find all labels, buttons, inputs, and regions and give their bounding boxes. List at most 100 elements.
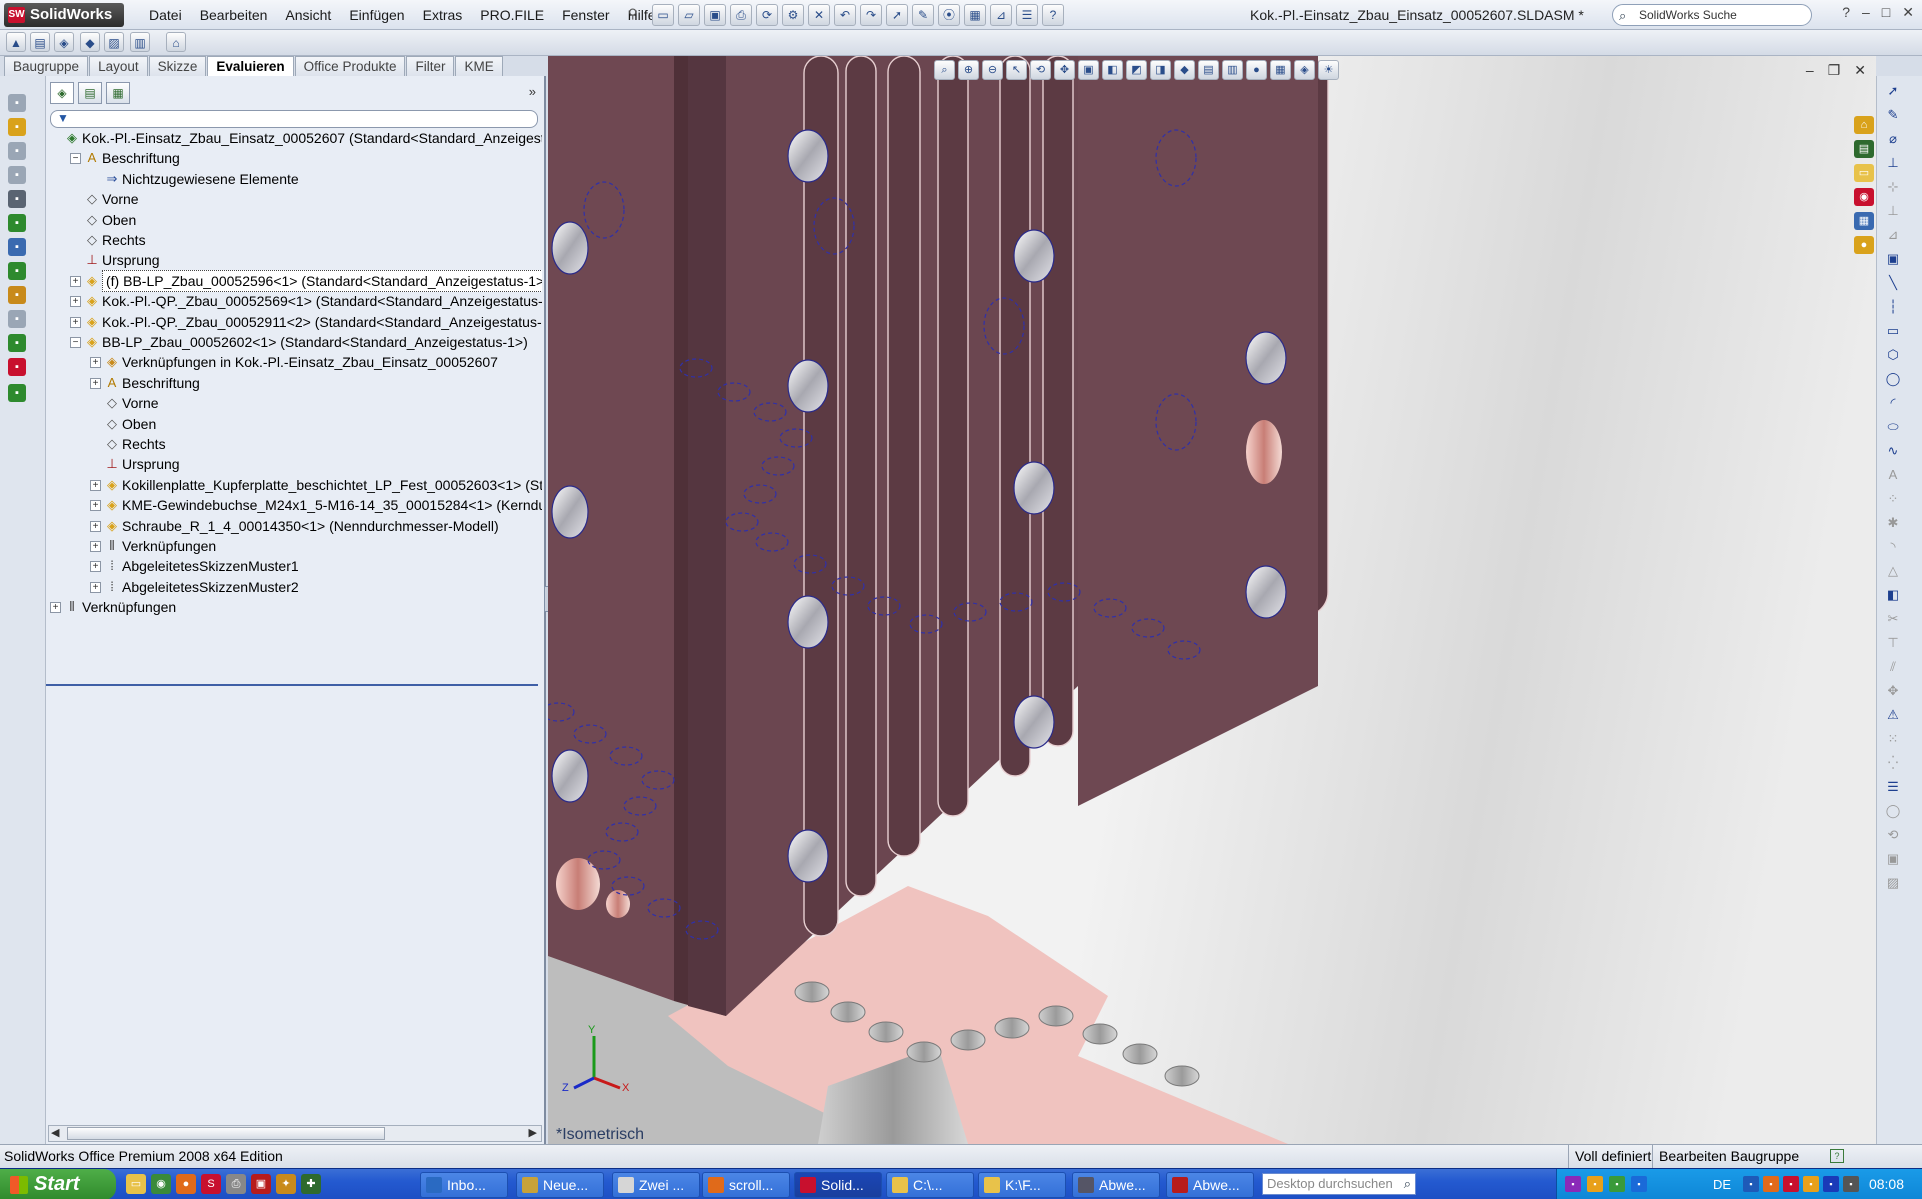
point-tool-icon[interactable]: ⁘ (1883, 490, 1903, 508)
desktop-quick-icon[interactable]: ◉ (151, 1174, 171, 1194)
new-document-icon[interactable]: ▭ (652, 4, 674, 26)
view-tool-icon[interactable]: ▥ (130, 32, 150, 52)
menu-item-1[interactable]: Bearbeiten (191, 0, 277, 30)
expand-icon[interactable]: + (70, 275, 81, 287)
expand-icon[interactable]: + (70, 316, 81, 328)
solidworks-resources-icon[interactable]: ⌂ (1854, 116, 1874, 134)
viewport-minimize-button[interactable]: – (1806, 62, 1814, 79)
relations-icon[interactable]: ⊥ (1883, 154, 1903, 172)
centerline-tool-icon[interactable]: ┆ (1883, 298, 1903, 316)
trim-tool-icon[interactable]: ✂ (1883, 610, 1903, 628)
standard-views-icon[interactable]: ▣ (1078, 60, 1099, 80)
search-results-icon[interactable]: ◉ (1854, 188, 1874, 206)
line-format-icon[interactable]: ☰ (1883, 778, 1903, 796)
close-button[interactable]: ✕ (1902, 4, 1914, 21)
previous-view-icon[interactable]: ↖ (1006, 60, 1027, 80)
expand-icon[interactable]: + (90, 561, 101, 573)
help-status-icon[interactable]: ? (1830, 1149, 1844, 1163)
reference-icon[interactable]: ⊥ (1883, 202, 1903, 220)
taskbar-button[interactable]: K:\F... (978, 1172, 1066, 1198)
view-orientation-icon[interactable]: ◈ (1294, 60, 1315, 80)
scroll-right-icon[interactable]: ▶ (529, 1126, 537, 1139)
taskbar-button[interactable]: Solid... (794, 1172, 882, 1198)
toolbar-icon-5[interactable]: ▪ (8, 190, 26, 208)
menu-item-3[interactable]: Einfügen (340, 0, 413, 30)
hatch-icon[interactable]: ▨ (104, 32, 124, 52)
menu-item-2[interactable]: Ansicht (276, 0, 340, 30)
tray-icon-1[interactable]: ▪ (1565, 1176, 1581, 1192)
property-manager-tab-icon[interactable]: ▤ (78, 82, 102, 104)
3d-sketch-icon[interactable]: ▣ (1883, 250, 1903, 268)
menu-item-4[interactable]: Extras (414, 0, 472, 30)
offset-tool-icon[interactable]: △ (1883, 562, 1903, 580)
zoom-area-icon[interactable]: ⊕ (958, 60, 979, 80)
warning-tool-icon[interactable]: ⚠ (1883, 706, 1903, 724)
command-tab-3[interactable]: Evaluieren (207, 56, 294, 76)
expand-panel-icon[interactable]: » (529, 84, 536, 99)
toolbar-icon-4[interactable]: ▪ (8, 166, 26, 184)
command-tab-4[interactable]: Office Produkte (294, 56, 406, 76)
toolbar-icon-9[interactable]: ▪ (8, 286, 26, 304)
tool-quick-icon[interactable]: ▣ (251, 1174, 271, 1194)
solidworks-logo[interactable]: SW SolidWorks (4, 3, 124, 27)
rotate-icon[interactable]: ⟲ (1030, 60, 1051, 80)
select-tool-icon[interactable]: ➚ (1883, 82, 1903, 100)
tray-icon-9[interactable]: ▪ (1823, 1176, 1839, 1192)
rebuild-icon[interactable]: ⟳ (756, 4, 778, 26)
ellipse-tool-icon[interactable]: ⬭ (1883, 418, 1903, 436)
mate-icon[interactable]: ◈ (54, 32, 74, 52)
command-tab-5[interactable]: Filter (406, 56, 455, 76)
lock-icon[interactable]: ⌂ (166, 32, 186, 52)
move-tool-icon[interactable]: ✥ (1883, 682, 1903, 700)
expand-icon[interactable]: + (90, 520, 101, 532)
toolbar-icon-13[interactable]: ▪ (8, 384, 26, 402)
taskbar-button[interactable]: Zwei ... (612, 1172, 700, 1198)
plane-tool-icon[interactable]: ⊿ (1883, 226, 1903, 244)
mirror-tool-icon[interactable]: ⫽ (1883, 658, 1903, 676)
rollback-bar[interactable] (46, 684, 538, 686)
toolbar-icon-10[interactable]: ▪ (8, 310, 26, 328)
taskbar-button[interactable]: Abwe... (1072, 1172, 1160, 1198)
chamfer-tool-icon[interactable]: ◝ (1883, 538, 1903, 556)
feature-manager-tab-icon[interactable]: ◈ (50, 82, 74, 104)
tray-icon-10[interactable]: ▪ (1843, 1176, 1859, 1192)
convert-tool-icon[interactable]: ◧ (1883, 586, 1903, 604)
traffic-light-icon[interactable]: ⦿ (938, 4, 960, 26)
expand-icon[interactable]: + (90, 500, 101, 512)
scroll-left-icon[interactable]: ◀ (51, 1126, 59, 1139)
menu-item-0[interactable]: Datei (140, 0, 191, 30)
select-icon[interactable]: ➚ (886, 4, 908, 26)
expand-icon[interactable]: + (90, 541, 101, 552)
restore-button[interactable]: □ (1882, 4, 1890, 21)
toolbar-icon-12[interactable]: ▪ (8, 358, 26, 376)
appearance-icon[interactable]: ◆ (80, 32, 100, 52)
language-indicator[interactable]: DE (1713, 1169, 1731, 1199)
horizontal-scrollbar[interactable]: ◀ ▶ (48, 1125, 542, 1142)
sketch-tool-icon[interactable]: ✎ (1883, 106, 1903, 124)
toolbar-icon-3[interactable]: ▪ (8, 142, 26, 160)
toolbar-icon-6[interactable]: ▪ (8, 214, 26, 232)
open-icon[interactable]: ▱ (678, 4, 700, 26)
collapse-icon[interactable]: − (70, 153, 81, 165)
file-explorer-icon[interactable]: ▭ (1854, 164, 1874, 182)
rotate-tool-icon[interactable]: ⟲ (1883, 826, 1903, 844)
configuration-manager-tab-icon[interactable]: ▦ (106, 82, 130, 104)
help-button[interactable]: ? (1842, 4, 1850, 21)
expand-icon[interactable]: + (70, 296, 81, 308)
toolbar-icon-7[interactable]: ▪ (8, 238, 26, 256)
view-settings-icon[interactable]: ▤ (1198, 60, 1219, 80)
zoom-to-fit-icon[interactable]: ⌕ (934, 60, 955, 80)
ellipse-alt-icon[interactable]: ◯ (1883, 802, 1903, 820)
tray-icon-2[interactable]: ▪ (1587, 1176, 1603, 1192)
toolbar-icon-8[interactable]: ▪ (8, 262, 26, 280)
help-icon[interactable]: ? (1042, 4, 1064, 26)
expand-icon[interactable]: + (90, 357, 101, 369)
pin-icon[interactable]: ⚲ (628, 6, 644, 22)
viewport-close-button[interactable]: ✕ (1854, 62, 1866, 79)
rectangle-tool-icon[interactable]: ▭ (1883, 322, 1903, 340)
hidden-lines-icon[interactable]: ▥ (1222, 60, 1243, 80)
pattern-tool-icon[interactable]: ⁙ (1883, 730, 1903, 748)
tray-icon-8[interactable]: ▪ (1803, 1176, 1819, 1192)
toolbar-icon-1[interactable]: ▪ (8, 94, 26, 112)
menu-item-5[interactable]: PRO.FILE (471, 0, 553, 30)
